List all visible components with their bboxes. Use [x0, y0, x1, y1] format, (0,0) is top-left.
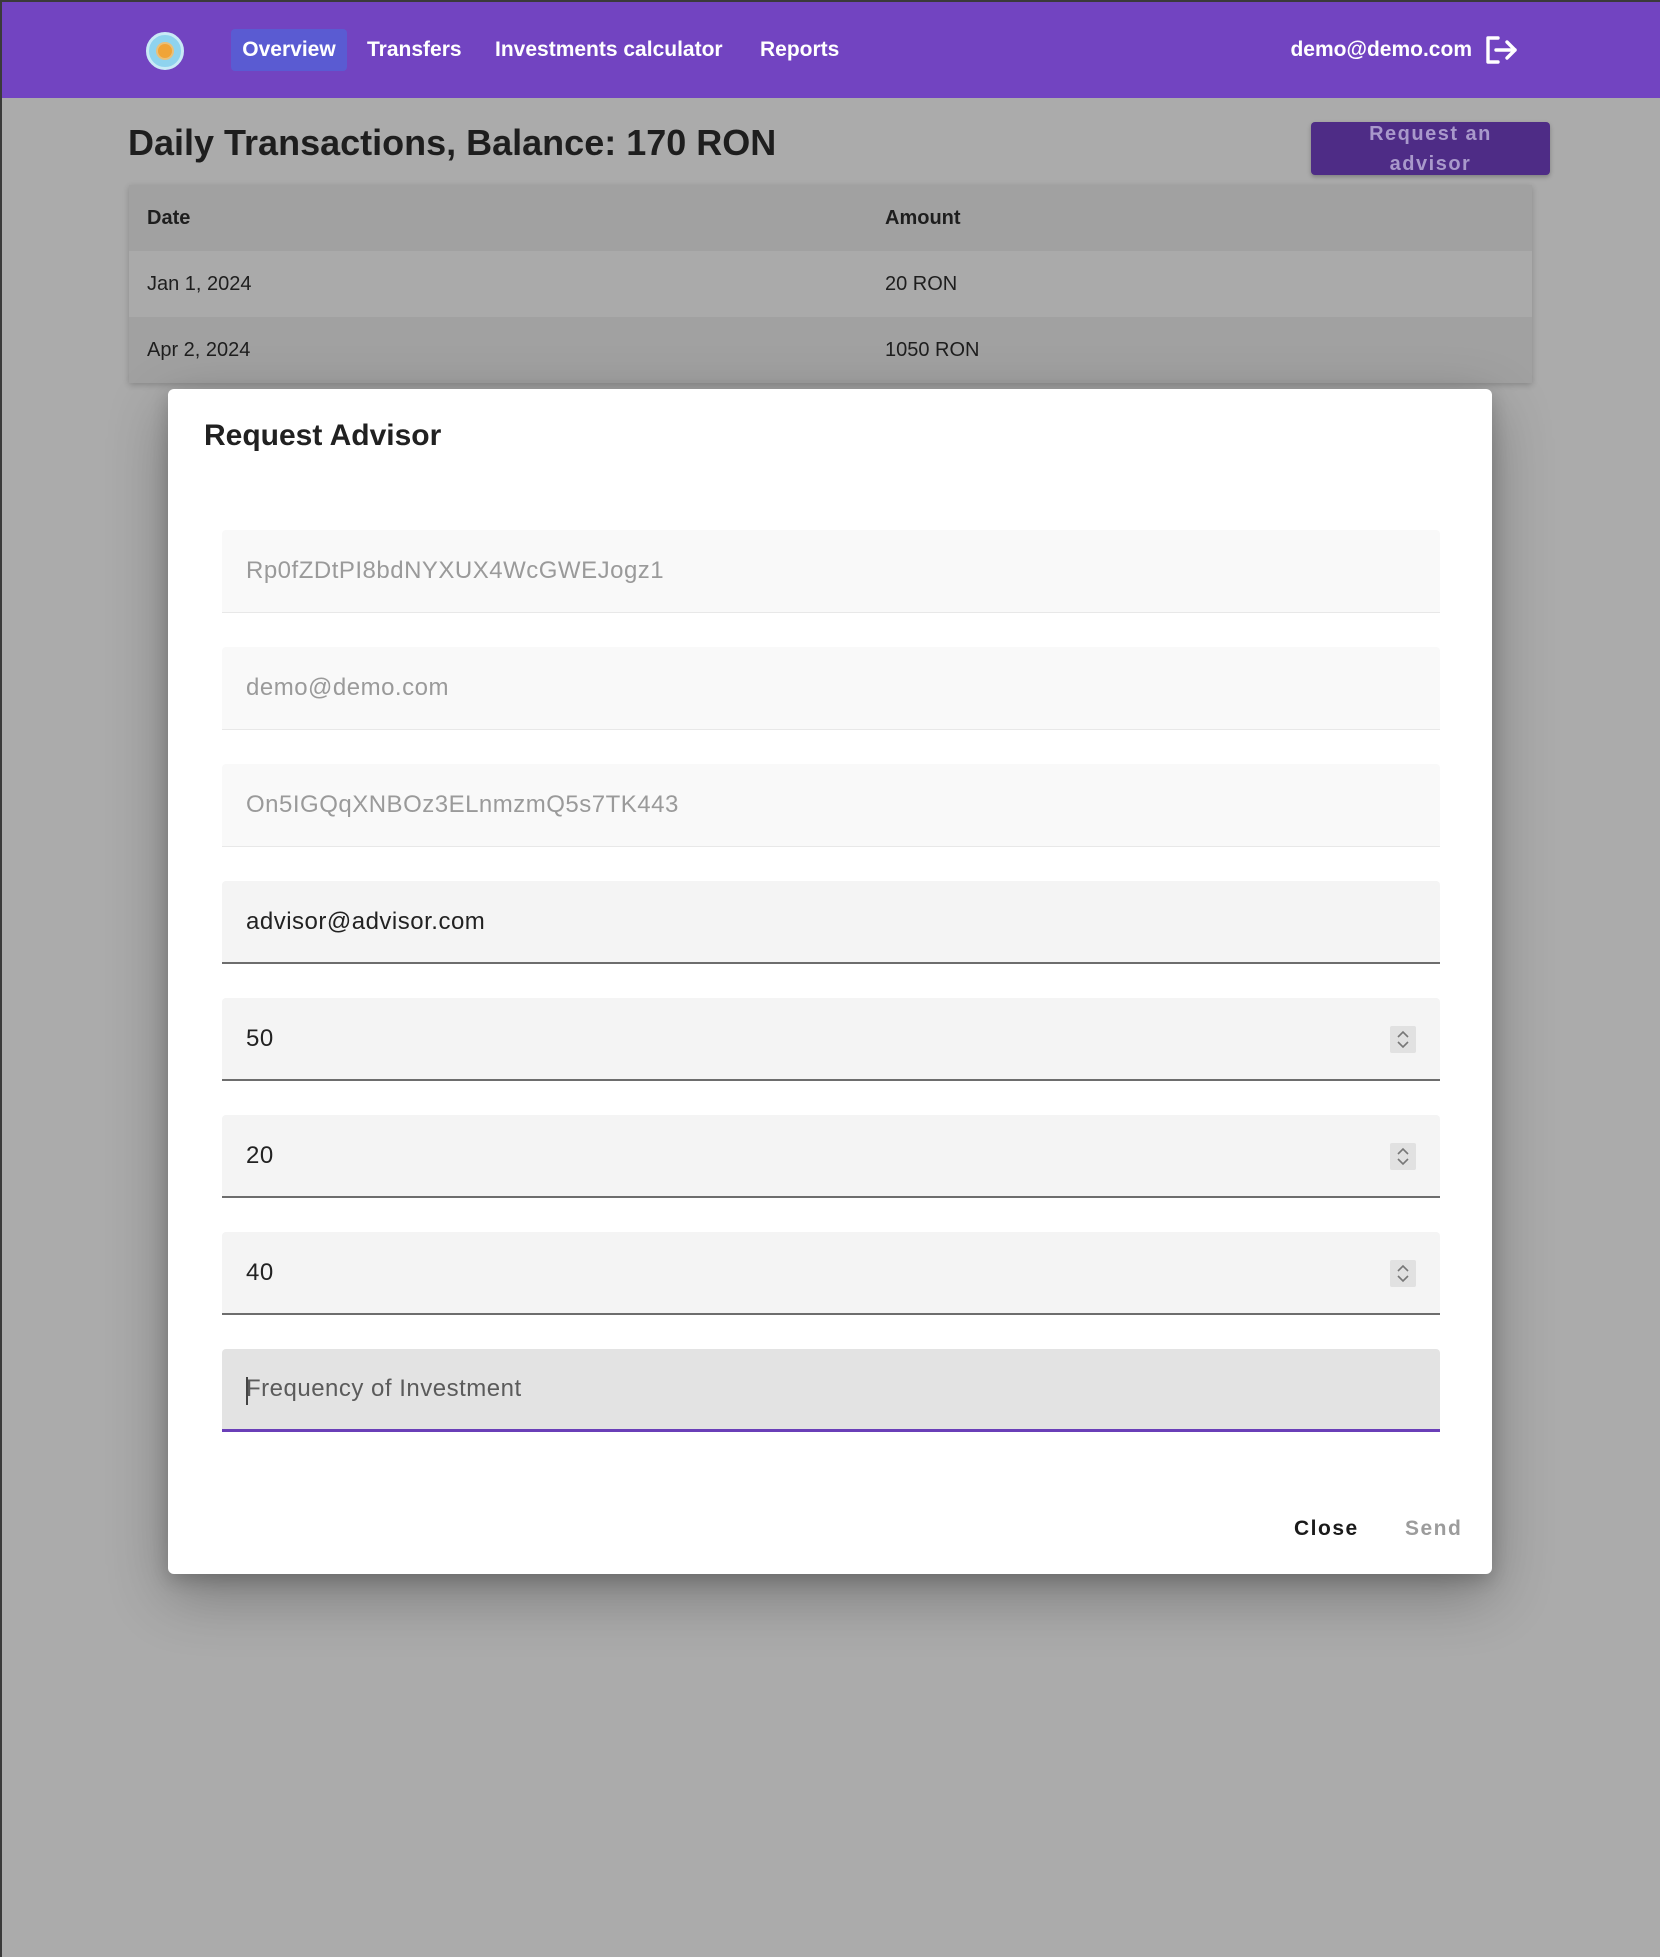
nav-item-transfers[interactable]: Transfers — [367, 29, 462, 71]
table-row[interactable]: Jan 1, 2024 20 RON — [129, 251, 1532, 317]
number-field-2[interactable] — [222, 1115, 1440, 1198]
request-advisor-dialog: Request Advisor Rp0fZDtPI8bdNYXUX4WcGWEJ… — [168, 389, 1492, 1574]
cell-amount: 20 RON — [867, 251, 1532, 317]
number-input-3[interactable] — [222, 1232, 1440, 1313]
nav-item-investments-calculator[interactable]: Investments calculator — [495, 29, 723, 71]
nav-item-reports[interactable]: Reports — [760, 29, 839, 71]
page-title: Daily Transactions, Balance: 170 RON — [128, 122, 777, 163]
logout-icon[interactable] — [1484, 35, 1518, 65]
text-caret — [246, 1377, 248, 1405]
user-email-field — [222, 647, 1440, 730]
close-button[interactable]: Close — [1294, 1509, 1359, 1549]
cell-amount: 1050 RON — [867, 317, 1532, 383]
advisor-id-input — [222, 764, 1440, 846]
frequency-of-investment-input[interactable] — [222, 1349, 1440, 1429]
app-logo-icon[interactable] — [146, 32, 184, 70]
number-field-3[interactable] — [222, 1232, 1440, 1315]
transactions-table: Date Amount Jan 1, 2024 20 RON Apr 2, 20… — [129, 185, 1532, 383]
window-frame-left — [0, 0, 2, 1957]
top-nav-bar: Overview Transfers Investments calculato… — [0, 0, 1660, 98]
request-advisor-button[interactable]: Request an advisor — [1311, 122, 1550, 175]
advisor-email-field[interactable] — [222, 881, 1440, 964]
number-field-1[interactable] — [222, 998, 1440, 1081]
advisor-id-field — [222, 764, 1440, 847]
number-input-1[interactable] — [222, 998, 1440, 1079]
nav-item-overview[interactable]: Overview — [231, 29, 347, 71]
cell-date: Apr 2, 2024 — [129, 317, 867, 383]
user-email-input — [222, 647, 1440, 729]
advisor-email-input[interactable] — [222, 881, 1440, 962]
app-logo-core — [158, 44, 172, 58]
number-input-2[interactable] — [222, 1115, 1440, 1196]
user-email: demo@demo.com — [1290, 38, 1472, 61]
stepper-arrows-icon — [1397, 1264, 1409, 1283]
column-header-date[interactable]: Date — [129, 185, 867, 251]
cell-date: Jan 1, 2024 — [129, 251, 867, 317]
user-id-input — [222, 530, 1440, 612]
stepper-arrows-icon — [1397, 1030, 1409, 1049]
number-stepper-2[interactable] — [1390, 1143, 1416, 1170]
user-id-field — [222, 530, 1440, 613]
table-header-row: Date Amount — [129, 185, 1532, 251]
number-stepper-3[interactable] — [1390, 1260, 1416, 1287]
number-stepper-1[interactable] — [1390, 1026, 1416, 1053]
frequency-of-investment-field[interactable] — [222, 1349, 1440, 1432]
window-frame-top — [0, 0, 1660, 2]
column-header-amount[interactable]: Amount — [867, 185, 1532, 251]
stepper-arrows-icon — [1397, 1147, 1409, 1166]
dialog-title: Request Advisor — [204, 419, 442, 452]
send-button[interactable]: Send — [1405, 1509, 1462, 1549]
request-advisor-button-label: Request an advisor — [1369, 122, 1492, 175]
table-row[interactable]: Apr 2, 2024 1050 RON — [129, 317, 1532, 383]
